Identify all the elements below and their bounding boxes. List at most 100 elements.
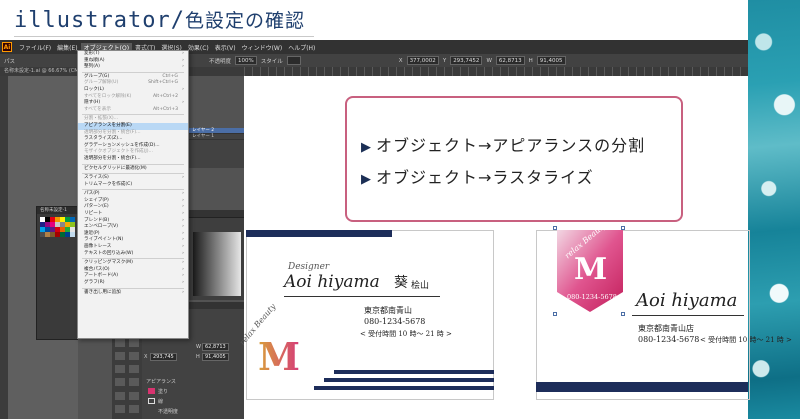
object-menu-item[interactable]: テキストの回り込み(W) › <box>78 251 188 258</box>
selection-tool-icon[interactable] <box>115 339 125 347</box>
horizontal-ruler <box>244 67 748 76</box>
menu-item-shortcut: Alt+Ctrl+2 <box>152 93 178 99</box>
callout-line-1: ▶ オブジェクト→アピアランスの分割 <box>361 132 645 156</box>
stroke-swatch[interactable] <box>148 398 155 404</box>
style-dropdown[interactable] <box>286 56 301 65</box>
menu-item-label: パターン(E) <box>84 204 109 210</box>
prop-w-field[interactable]: 62,8713 <box>202 343 229 351</box>
rotate-tool-icon[interactable] <box>115 391 125 400</box>
card-left-stripe-2 <box>324 378 494 382</box>
submenu-arrow-icon: › <box>182 244 184 250</box>
title-jp: 色設定の確認 <box>184 10 305 32</box>
card-left-top-bar <box>246 230 392 237</box>
menu-item-label: リピート <box>84 211 103 217</box>
object-menu-item[interactable]: ピクセルグリッドに最適化(M) <box>78 166 188 173</box>
menu-separator <box>82 287 184 289</box>
card-left-name-kana: 桧山 <box>411 281 430 291</box>
submenu-arrow-icon: › <box>182 273 184 279</box>
card-right-name-script: Aoi hiyama <box>636 290 738 311</box>
page-title: illustrator/色設定の確認 <box>14 6 305 33</box>
menu-item-label: パス(P) <box>84 191 100 197</box>
object-menu-item[interactable]: エンベロープ(V) › <box>78 224 188 231</box>
appearance-label: アピアランス <box>146 379 176 385</box>
y-label: Y <box>442 57 447 64</box>
x-field[interactable]: 377,0002 <box>406 56 439 65</box>
object-menu-item[interactable]: 隠す(H) › <box>78 100 188 107</box>
card-left-stripe-3 <box>314 386 494 390</box>
menu-item-label: 遠近(P) <box>84 230 100 236</box>
fill-label[interactable]: 塗り <box>158 388 168 395</box>
prop-h-field[interactable]: 91,4005 <box>202 353 229 361</box>
card-left-phone: 080-1234-5678 <box>364 317 426 326</box>
selection-handle[interactable] <box>553 312 557 316</box>
menu-view[interactable]: 表示(V) <box>212 43 239 52</box>
object-menu-item[interactable]: アピアランスを分割(E) <box>78 122 188 130</box>
prop-x-field[interactable]: 293,745 <box>150 353 177 361</box>
type-tool-icon[interactable] <box>129 352 139 361</box>
object-menu-item[interactable]: モザイクオブジェクトを作成(J)... <box>78 149 188 156</box>
opacity-prop-label[interactable]: 不透明度 <box>158 408 178 415</box>
opacity-field[interactable]: 100% <box>235 56 257 65</box>
object-menu-item[interactable]: 透明部分を分割・統合(F)... <box>78 156 188 163</box>
object-menu-item[interactable]: ラスタライズ(Z)... <box>78 136 188 143</box>
menu-item-label: エンベロープ(V) <box>84 224 119 230</box>
scale-tool-icon[interactable] <box>129 391 139 400</box>
menu-item-label: テキストの回り込み(W) <box>84 250 134 256</box>
menu-item-label: モザイクオブジェクトを作成(J)... <box>84 149 153 155</box>
menu-separator <box>82 163 184 165</box>
object-menu-item[interactable]: 変形(T) › <box>78 51 188 58</box>
object-menu-item[interactable]: 整列(A) › <box>78 64 188 71</box>
w-field[interactable]: 62,8713 <box>495 56 525 65</box>
h-field[interactable]: 91,4005 <box>536 56 566 65</box>
object-menu-item[interactable]: パス(P) › <box>78 191 188 198</box>
fill-swatch[interactable] <box>148 388 155 394</box>
menu-window[interactable]: ウィンドウ(W) <box>239 43 286 52</box>
menu-help[interactable]: ヘルプ(H) <box>285 43 318 52</box>
callout-text-1: オブジェクト→アピアランスの分割 <box>376 136 646 155</box>
triangle-bullet-icon: ▶ <box>361 172 372 187</box>
direct-select-tool-icon[interactable] <box>129 339 139 347</box>
object-menu-dropdown: 変形(T) › 重ね順(A) › 整列(A) › グループ(G) Ctrl+G グループ解除(U… <box>77 50 189 339</box>
menu-item-shortcut: Shift+Ctrl+G <box>148 80 178 86</box>
menu-file[interactable]: ファイル(F) <box>16 43 54 52</box>
selection-handle[interactable] <box>621 312 625 316</box>
object-menu-item[interactable]: リピート › <box>78 211 188 218</box>
object-menu-item[interactable]: トリムマークを作成(C) <box>78 182 188 189</box>
rectangle-tool-icon[interactable] <box>115 365 125 374</box>
pencil-tool-icon[interactable] <box>115 378 125 387</box>
h-label: H <box>528 57 533 64</box>
menu-item-label: 透明部分を分割・統合(F)... <box>84 155 141 161</box>
card-left-name-kanji: 葵 <box>394 275 408 291</box>
y-field[interactable]: 293,7452 <box>450 56 483 65</box>
object-menu-item[interactable]: 書き出し用に追加 › <box>78 290 188 297</box>
object-menu-item[interactable]: グループ解除(U) Shift+Ctrl+G <box>78 80 188 87</box>
object-menu-item[interactable]: グラフ(R) › <box>78 280 188 287</box>
gradient-panel-tabs[interactable] <box>189 210 244 218</box>
submenu-arrow-icon: › <box>182 191 184 197</box>
callout-text-2: オブジェクト→ラスタライズ <box>376 168 594 187</box>
selection-handle[interactable] <box>553 226 557 230</box>
object-menu-item[interactable]: 画像トレース › <box>78 244 188 251</box>
object-menu-item[interactable]: スライス(S) › <box>78 175 188 182</box>
object-menu-item[interactable]: すべてを表示 Alt+Ctrl+3 <box>78 107 188 114</box>
shape-builder-tool-icon[interactable] <box>129 404 139 413</box>
object-menu-item[interactable]: 分割・拡張(X)... <box>78 116 188 123</box>
object-menu-item[interactable]: クリッピングマスク(M) › <box>78 260 188 267</box>
menu-item-label: クリッピングマスク(M) <box>84 260 133 266</box>
object-menu-item[interactable]: ロック(L) › <box>78 87 188 94</box>
object-menu-item[interactable]: アートボード(A) › <box>78 273 188 280</box>
pen-tool-icon[interactable] <box>115 352 125 361</box>
eraser-tool-icon[interactable] <box>129 378 139 387</box>
title-underline <box>14 36 314 37</box>
submenu-arrow-icon: › <box>182 217 184 223</box>
layer-row[interactable]: レイヤー 1 <box>189 134 244 140</box>
card-left-name-script: Aoi hiyama <box>284 272 380 292</box>
swatch-chip[interactable] <box>70 232 75 237</box>
menu-item-label: 分割・拡張(X)... <box>84 116 119 122</box>
submenu-arrow-icon: › <box>182 250 184 256</box>
width-tool-icon[interactable] <box>115 404 125 413</box>
designer-label: Designer <box>288 262 330 272</box>
brush-tool-icon[interactable] <box>129 365 139 374</box>
stroke-label[interactable]: 線 <box>158 398 163 405</box>
selection-handle[interactable] <box>621 226 625 230</box>
